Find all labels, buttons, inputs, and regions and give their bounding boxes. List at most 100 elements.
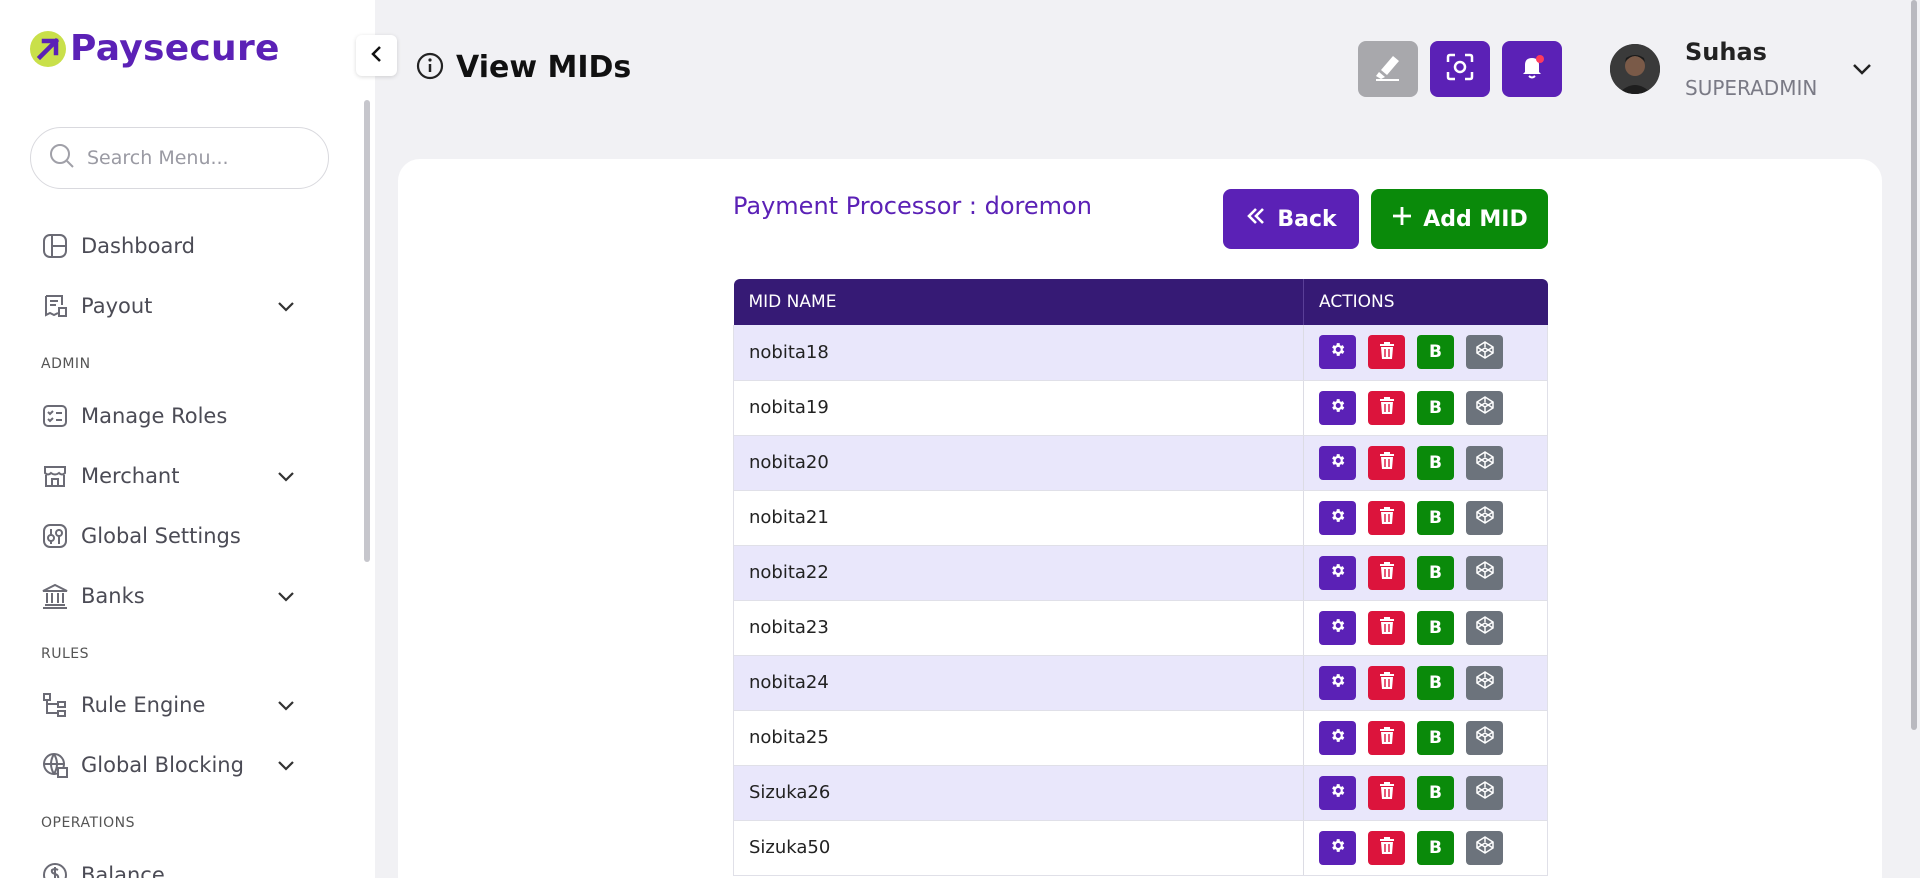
actions-cell: B bbox=[1303, 490, 1548, 546]
settings-button[interactable] bbox=[1319, 665, 1356, 700]
sidebar-item-global-blocking[interactable]: Global Blocking bbox=[40, 745, 310, 785]
b-button[interactable]: B bbox=[1417, 390, 1454, 425]
add-mid-button[interactable]: Add MID bbox=[1371, 189, 1548, 249]
add-mid-button-label: Add MID bbox=[1423, 206, 1528, 232]
trash-icon bbox=[1379, 396, 1395, 419]
delete-button[interactable] bbox=[1368, 610, 1405, 645]
sidebar-scrollbar[interactable] bbox=[364, 100, 370, 562]
sidebar-collapse-button[interactable] bbox=[356, 35, 397, 76]
b-button[interactable]: B bbox=[1417, 445, 1454, 480]
b-button[interactable]: B bbox=[1417, 830, 1454, 865]
settings-button[interactable] bbox=[1319, 610, 1356, 645]
sidebar-item-banks[interactable]: Banks bbox=[40, 576, 310, 616]
sidebar-item-dashboard[interactable]: Dashboard bbox=[40, 226, 310, 266]
delete-button[interactable] bbox=[1368, 665, 1405, 700]
delete-button[interactable] bbox=[1368, 500, 1405, 535]
code-icon bbox=[1475, 340, 1495, 365]
trash-icon bbox=[1379, 726, 1395, 749]
mid-name-cell: nobita20 bbox=[733, 435, 1304, 491]
plus-icon bbox=[1391, 205, 1423, 233]
settings-button[interactable] bbox=[1319, 830, 1356, 865]
table-row: Sizuka26 B bbox=[733, 765, 1548, 821]
sidebar-item-manage-roles[interactable]: Manage Roles bbox=[40, 396, 310, 436]
b-button[interactable]: B bbox=[1417, 775, 1454, 810]
settings-button[interactable] bbox=[1319, 555, 1356, 590]
settings-button[interactable] bbox=[1319, 720, 1356, 755]
delete-button[interactable] bbox=[1368, 720, 1405, 755]
b-button[interactable]: B bbox=[1417, 500, 1454, 535]
sidebar-item-rule-engine[interactable]: Rule Engine bbox=[40, 685, 310, 725]
code-button[interactable] bbox=[1466, 390, 1503, 425]
delete-button[interactable] bbox=[1368, 335, 1405, 370]
page-title: View MIDs bbox=[456, 50, 632, 85]
settings-button[interactable] bbox=[1319, 335, 1356, 370]
code-button[interactable] bbox=[1466, 555, 1503, 590]
table-row: nobita23 B bbox=[733, 600, 1548, 656]
sidebar-item-global-settings[interactable]: Global Settings bbox=[40, 516, 310, 556]
b-button[interactable]: B bbox=[1417, 610, 1454, 645]
rule-engine-icon bbox=[40, 690, 70, 720]
brand-logo[interactable]: Paysecure bbox=[30, 28, 280, 69]
search-menu[interactable] bbox=[30, 127, 329, 189]
balance-icon bbox=[40, 860, 70, 878]
b-button[interactable]: B bbox=[1417, 555, 1454, 590]
mid-name-cell: nobita19 bbox=[733, 380, 1304, 436]
code-button[interactable] bbox=[1466, 720, 1503, 755]
row-actions: B bbox=[1319, 500, 1547, 535]
user-menu-chevron-down-icon[interactable] bbox=[1851, 58, 1873, 84]
actions-cell: B bbox=[1303, 710, 1548, 766]
info-icon bbox=[416, 52, 444, 84]
delete-button[interactable] bbox=[1368, 830, 1405, 865]
logo-icon bbox=[30, 30, 66, 67]
settings-button[interactable] bbox=[1319, 445, 1356, 480]
b-button[interactable]: B bbox=[1417, 665, 1454, 700]
scan-button[interactable] bbox=[1430, 41, 1490, 97]
back-button[interactable]: Back bbox=[1223, 189, 1359, 249]
code-button[interactable] bbox=[1466, 610, 1503, 645]
actions-cell: B bbox=[1303, 380, 1548, 436]
chevron-down-icon bbox=[276, 755, 296, 779]
code-button[interactable] bbox=[1466, 665, 1503, 700]
trash-icon bbox=[1379, 561, 1395, 584]
code-button[interactable] bbox=[1466, 335, 1503, 370]
avatar[interactable] bbox=[1610, 44, 1660, 94]
code-icon bbox=[1475, 505, 1495, 530]
row-actions: B bbox=[1319, 610, 1547, 645]
mid-name-cell: nobita23 bbox=[733, 600, 1304, 656]
mid-name-cell: nobita21 bbox=[733, 490, 1304, 546]
table-row: nobita20 B bbox=[733, 435, 1548, 491]
delete-button[interactable] bbox=[1368, 775, 1405, 810]
settings-button[interactable] bbox=[1319, 390, 1356, 425]
delete-button[interactable] bbox=[1368, 390, 1405, 425]
payout-icon bbox=[40, 291, 70, 321]
delete-button[interactable] bbox=[1368, 445, 1405, 480]
b-button[interactable]: B bbox=[1417, 335, 1454, 370]
code-button[interactable] bbox=[1466, 500, 1503, 535]
code-button[interactable] bbox=[1466, 830, 1503, 865]
page-scrollbar[interactable] bbox=[1911, 0, 1917, 730]
chevron-down-icon bbox=[276, 296, 296, 320]
sidebar-item-balance[interactable]: Balance bbox=[40, 855, 310, 878]
notifications-button[interactable] bbox=[1502, 41, 1562, 97]
section-label-rules: RULES bbox=[41, 646, 90, 662]
gear-icon bbox=[1329, 562, 1346, 584]
code-button[interactable] bbox=[1466, 445, 1503, 480]
b-button[interactable]: B bbox=[1417, 720, 1454, 755]
code-button[interactable] bbox=[1466, 775, 1503, 810]
delete-button[interactable] bbox=[1368, 555, 1405, 590]
table-row: nobita24 B bbox=[733, 655, 1548, 711]
sidebar-item-payout[interactable]: Payout bbox=[40, 286, 310, 326]
settings-button[interactable] bbox=[1319, 775, 1356, 810]
section-label-operations: OPERATIONS bbox=[41, 815, 136, 831]
sidebar-item-merchant[interactable]: Merchant bbox=[40, 456, 310, 496]
settings-button[interactable] bbox=[1319, 500, 1356, 535]
brand-name: Paysecure bbox=[70, 28, 280, 69]
mid-name-cell: nobita22 bbox=[733, 545, 1304, 601]
search-input[interactable] bbox=[87, 147, 307, 169]
clear-cache-button[interactable] bbox=[1358, 41, 1418, 97]
chevron-down-icon bbox=[276, 586, 296, 610]
actions-cell: B bbox=[1303, 325, 1548, 381]
row-actions: B bbox=[1319, 555, 1547, 590]
gear-icon bbox=[1329, 782, 1346, 804]
row-actions: B bbox=[1319, 445, 1547, 480]
